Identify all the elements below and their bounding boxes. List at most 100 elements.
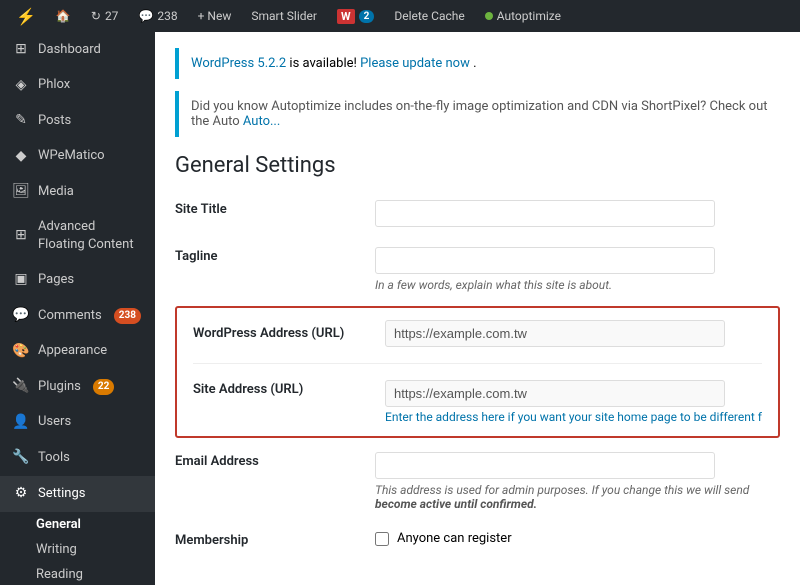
site-title-label: Site Title: [175, 190, 375, 237]
main-layout: ⊞ Dashboard ◈ Phlox ✎ Posts ◆ WPeMatico …: [0, 32, 800, 585]
site-name-button[interactable]: 🏠: [48, 0, 79, 32]
update-notice-text: is available!: [289, 56, 360, 71]
tagline-desc: In a few words, explain what this site i…: [375, 278, 780, 292]
membership-checkbox[interactable]: [375, 532, 389, 546]
home-icon: 🏠: [56, 9, 71, 23]
email-address-input[interactable]: [375, 452, 715, 479]
tools-icon: 🔧: [12, 448, 30, 468]
updates-icon: ↻: [91, 9, 101, 23]
sidebar-item-dashboard[interactable]: ⊞ Dashboard: [0, 32, 155, 68]
tagline-input[interactable]: [375, 247, 715, 274]
sidebar-label-users: Users: [38, 413, 71, 431]
email-note: This address is used for admin purposes.…: [375, 483, 780, 511]
sidebar-item-tools[interactable]: 🔧 Tools: [0, 440, 155, 476]
comments-button[interactable]: 💬 238: [130, 0, 185, 32]
site-address-link[interactable]: want your site home page to be different…: [540, 410, 762, 424]
wpmatico-button[interactable]: W 2: [329, 0, 382, 32]
membership-label: Membership: [175, 521, 375, 560]
wp-icon: ⚡: [16, 7, 36, 26]
site-title-row: Site Title: [175, 190, 780, 237]
update-now-link[interactable]: Please update now: [360, 56, 470, 71]
content-inner: WordPress 5.2.2 is available! Please upd…: [155, 32, 800, 585]
sidebar-label-dashboard: Dashboard: [38, 41, 101, 59]
delete-cache-button[interactable]: Delete Cache: [386, 0, 472, 32]
sidebar-item-wpematico[interactable]: ◆ WPeMatico: [0, 139, 155, 175]
wpematico-icon: ◆: [12, 147, 30, 167]
sidebar-item-pages[interactable]: ▣ Pages: [0, 262, 155, 298]
afc-icon: ⊞: [12, 226, 30, 246]
sidebar-label-afc: Advanced Floating Content: [38, 218, 143, 254]
delete-cache-label: Delete Cache: [394, 9, 464, 23]
update-notice: WordPress 5.2.2 is available! Please upd…: [175, 48, 780, 79]
sidebar-item-advanced-floating-content[interactable]: ⊞ Advanced Floating Content: [0, 210, 155, 262]
dashboard-icon: ⊞: [12, 40, 30, 60]
tagline-row: Tagline In a few words, explain what thi…: [175, 237, 780, 302]
submenu-general[interactable]: General: [0, 512, 155, 537]
sidebar-label-pages: Pages: [38, 271, 74, 289]
settings-icon: ⚙: [12, 484, 30, 504]
sidebar-label-comments: Comments: [38, 307, 102, 325]
sidebar-item-posts[interactable]: ✎ Posts: [0, 103, 155, 139]
comments-count: 238: [157, 9, 177, 23]
updates-count: 27: [105, 9, 119, 23]
autoptimize-button[interactable]: Autoptimize: [477, 0, 569, 32]
info-notice: Did you know Autoptimize includes on-the…: [175, 91, 780, 137]
sidebar-label-wpematico: WPeMatico: [38, 147, 105, 165]
wordpress-address-label: WordPress Address (URL): [185, 312, 385, 355]
wpmatico-icon: W: [337, 9, 355, 24]
sidebar-item-appearance[interactable]: 🎨 Appearance: [0, 334, 155, 370]
email-note-strong: become active until confirmed.: [375, 497, 537, 511]
membership-checkbox-row: Anyone can register: [375, 531, 780, 546]
sidebar: ⊞ Dashboard ◈ Phlox ✎ Posts ◆ WPeMatico …: [0, 32, 155, 585]
sidebar-item-phlox[interactable]: ◈ Phlox: [0, 68, 155, 104]
smart-slider-label: Smart Slider: [251, 9, 317, 23]
site-address-label: Site Address (URL): [185, 372, 385, 432]
autoptimize-info-link[interactable]: Auto...: [243, 114, 280, 129]
sidebar-item-comments[interactable]: 💬 Comments 238: [0, 298, 155, 334]
membership-checkbox-label: Anyone can register: [397, 531, 512, 546]
autoptimize-label: Autoptimize: [497, 9, 561, 23]
new-button[interactable]: + New: [190, 0, 240, 32]
site-address-note: Enter the address here if you want your …: [385, 410, 770, 424]
site-address-input[interactable]: [385, 380, 725, 407]
update-notice-end: .: [473, 56, 476, 71]
sidebar-item-users[interactable]: 👤 Users: [0, 405, 155, 441]
wp-logo-button[interactable]: ⚡: [8, 0, 44, 32]
admin-bar: ⚡ 🏠 ↻ 27 💬 238 + New Smart Slider W 2 De…: [0, 0, 800, 32]
submenu-reading[interactable]: Reading: [0, 562, 155, 585]
sidebar-item-plugins[interactable]: 🔌 Plugins 22: [0, 369, 155, 405]
url-section: WordPress Address (URL) Site Address (UR…: [175, 306, 780, 438]
plugins-badge: 22: [93, 379, 114, 395]
updates-button[interactable]: ↻ 27: [83, 0, 127, 32]
site-address-row: Site Address (URL) Enter the address her…: [185, 372, 770, 432]
pages-icon: ▣: [12, 270, 30, 290]
wp-version-link[interactable]: WordPress 5.2.2: [191, 56, 286, 71]
membership-row: Membership Anyone can register: [175, 521, 780, 560]
sidebar-item-settings[interactable]: ⚙ Settings: [0, 476, 155, 512]
media-icon: 🖼: [12, 182, 30, 202]
phlox-icon: ◈: [12, 76, 30, 96]
settings-table: Site Title Tagline In a few words, expla…: [175, 190, 780, 302]
comments-icon: 💬: [138, 9, 153, 23]
wpmatico-badge: 2: [359, 10, 375, 23]
sidebar-label-plugins: Plugins: [38, 378, 81, 396]
sidebar-label-appearance: Appearance: [38, 342, 107, 360]
comments-sidebar-icon: 💬: [12, 306, 30, 326]
submenu-writing[interactable]: Writing: [0, 537, 155, 562]
appearance-icon: 🎨: [12, 342, 30, 362]
wordpress-address-input[interactable]: [385, 320, 725, 347]
sidebar-item-media[interactable]: 🖼 Media: [0, 174, 155, 210]
settings-table-2: Email Address This address is used for a…: [175, 442, 780, 560]
plugins-icon: 🔌: [12, 377, 30, 397]
email-address-label: Email Address: [175, 442, 375, 521]
posts-icon: ✎: [12, 111, 30, 131]
tagline-label: Tagline: [175, 237, 375, 302]
site-title-input[interactable]: [375, 200, 715, 227]
sidebar-label-media: Media: [38, 183, 74, 201]
sidebar-label-posts: Posts: [38, 112, 71, 130]
content-area: WordPress 5.2.2 is available! Please upd…: [155, 32, 800, 585]
page-title: General Settings: [175, 153, 780, 178]
email-address-row: Email Address This address is used for a…: [175, 442, 780, 521]
sidebar-label-tools: Tools: [38, 449, 70, 467]
smart-slider-button[interactable]: Smart Slider: [243, 0, 325, 32]
